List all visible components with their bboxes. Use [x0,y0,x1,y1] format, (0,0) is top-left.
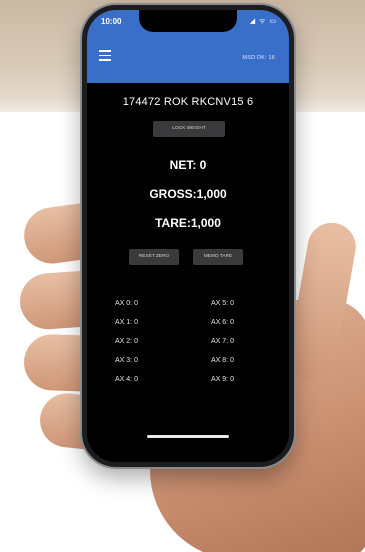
device-title: 174472 ROK RKCNV15 6 [122,96,254,108]
reset-zero-button[interactable]: RESET ZERO [129,249,179,265]
axle-reading: AX 7: 0 [211,338,234,345]
phone-device: 10:00 ◢ ᯤ ▭ MSD DK: 16 174472 ROK RKCNV1… [82,5,294,467]
axle-reading: AX 6: 0 [211,319,234,326]
phone-notch [139,10,237,32]
tare-reading: TARE:1,000 [155,216,221,230]
axle-reading: AX 0: 0 [115,300,138,307]
axle-column-left: AX 0: 0 AX 1: 0 AX 2: 0 AX 3: 0 AX 4: 0 [115,298,175,393]
app-bar: 10:00 ◢ ᯤ ▭ MSD DK: 16 [87,10,289,83]
axle-reading: AX 5: 0 [211,300,234,307]
gross-reading: GROSS:1,000 [149,187,227,201]
axle-reading: AX 2: 0 [115,338,138,345]
axle-reading: AX 1: 0 [115,319,138,326]
status-time: 10:00 [101,17,122,26]
axle-reading: AX 4: 0 [115,376,138,383]
home-indicator[interactable] [147,435,229,438]
axle-reading: AX 3: 0 [115,357,138,364]
scene: 10:00 ◢ ᯤ ▭ MSD DK: 16 174472 ROK RKCNV1… [0,0,365,552]
menu-icon[interactable] [99,50,111,61]
memo-tare-button[interactable]: MEMO TARE [193,249,243,265]
axle-column-right: AX 5: 0 AX 6: 0 AX 7: 0 AX 8: 0 AX 9: 0 [211,298,271,393]
axle-reading: AX 8: 0 [211,357,234,364]
phone-screen: 10:00 ◢ ᯤ ▭ MSD DK: 16 174472 ROK RKCNV1… [87,10,289,462]
appbar-right-text: MSD DK: 16 [242,55,275,61]
lock-weight-button[interactable]: LOCK WEIGHT [153,121,225,137]
net-reading: NET: 0 [169,158,207,172]
status-icons: ◢ ᯤ ▭ [249,18,277,25]
axle-reading: AX 9: 0 [211,376,234,383]
